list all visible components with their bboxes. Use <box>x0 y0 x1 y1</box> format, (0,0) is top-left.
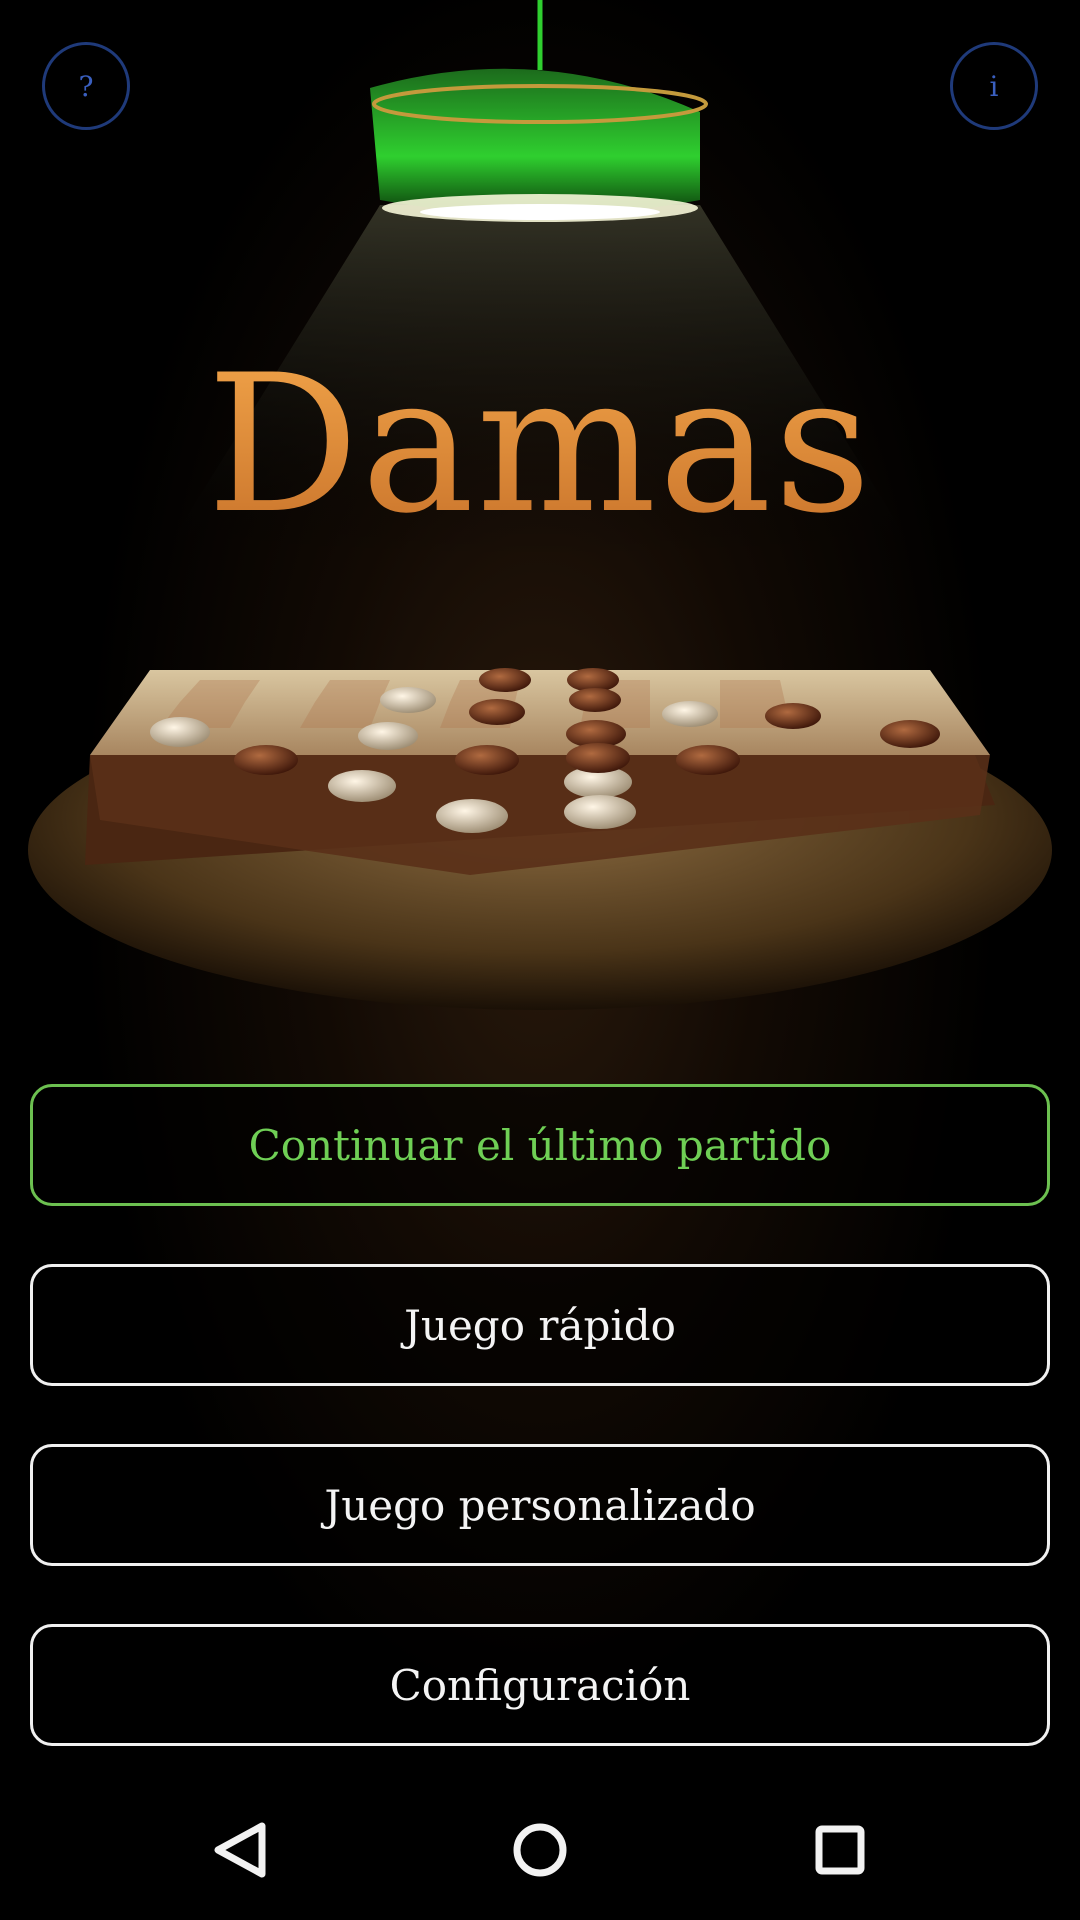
quick-game-button[interactable]: Juego rápido <box>30 1264 1050 1386</box>
info-icon: i <box>989 69 999 103</box>
quick-game-label: Juego rápido <box>404 1300 676 1350</box>
recents-square-icon[interactable] <box>800 1800 880 1900</box>
settings-label: Configuración <box>389 1660 691 1710</box>
system-navigation-bar <box>0 1800 1080 1920</box>
help-button[interactable]: ? <box>42 42 130 130</box>
home-circle-icon[interactable] <box>500 1800 580 1900</box>
continue-last-game-button[interactable]: Continuar el último partido <box>30 1084 1050 1206</box>
back-triangle-icon[interactable] <box>200 1800 280 1900</box>
main-menu-screen: ? i Damas Continuar el último partido Ju… <box>0 0 1080 1920</box>
info-button[interactable]: i <box>950 42 1038 130</box>
checkers-board-image <box>28 668 1052 1010</box>
question-icon: ? <box>78 69 94 103</box>
custom-game-label: Juego personalizado <box>324 1480 756 1530</box>
settings-button[interactable]: Configuración <box>30 1624 1050 1746</box>
continue-label: Continuar el último partido <box>248 1120 832 1170</box>
custom-game-button[interactable]: Juego personalizado <box>30 1444 1050 1566</box>
game-title: Damas <box>0 340 1080 550</box>
